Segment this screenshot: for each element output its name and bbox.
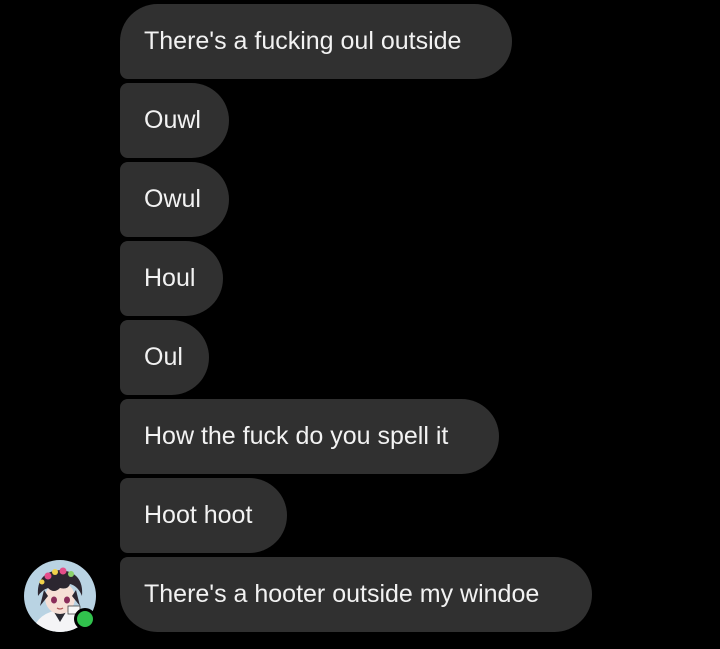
message-bubble[interactable]: There's a hooter outside my windoe bbox=[120, 557, 592, 632]
message-bubble[interactable]: Oul bbox=[120, 320, 209, 395]
message-bubble[interactable]: Owul bbox=[120, 162, 229, 237]
message-bubble[interactable]: There's a fucking oul outside bbox=[120, 4, 512, 79]
message-bubble[interactable]: How the fuck do you spell it bbox=[120, 399, 499, 474]
message-bubble[interactable]: Houl bbox=[120, 241, 223, 316]
message-bubble[interactable]: Hoot hoot bbox=[120, 478, 287, 553]
message-bubble[interactable]: Ouwl bbox=[120, 83, 229, 158]
message-thread: There's a fucking oul outside Ouwl Owul … bbox=[0, 0, 720, 649]
online-status-dot bbox=[74, 608, 96, 630]
